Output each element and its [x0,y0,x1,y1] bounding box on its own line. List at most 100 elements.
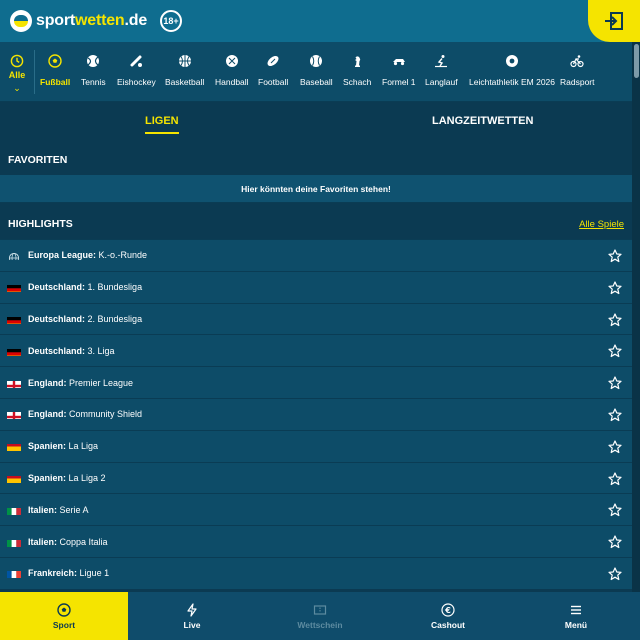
sport-nav-item-langlauf[interactable]: Langlauf [425,42,458,102]
login-button[interactable] [588,0,640,42]
favorite-star-icon[interactable] [608,535,622,549]
site-logo[interactable]: sportwetten.de [10,10,147,32]
sport-nav-all[interactable]: Alle ⌄ [0,42,34,102]
sport-nav-item-label: Handball [215,77,249,87]
league-name: Deutschland: 3. Liga [28,345,115,356]
bottom-nav-cashout-label: Cashout [431,619,465,630]
league-row[interactable]: Italien: Coppa Italia [0,525,632,557]
sport-nav-item-fussball[interactable]: Fußball [40,42,70,102]
sport-nav-item-label: Basketball [165,77,205,87]
sport-nav-item-label: Fußball [40,77,71,87]
sport-nav-item-basketball[interactable]: Basketball [165,42,204,102]
bottom-nav-live[interactable]: Live [128,592,256,640]
basketball-icon [178,54,192,68]
logo-text: sportwetten.de [36,12,148,29]
league-row[interactable]: Frankreich: Ligue 1 [0,556,632,589]
favorite-star-icon[interactable] [608,567,622,581]
league-name: Europa League: K.-o.-Runde [28,250,148,261]
sport-nav-item-leichtathletik[interactable]: Leichtathletik EM 2026 [469,42,555,102]
league-name: Spanien: La Liga 2 [28,472,106,483]
chess-icon [350,54,364,68]
bottom-nav-wettschein-label: Wettschein [297,619,343,630]
tennis-ball-icon [86,54,100,68]
scrollbar-thumb[interactable] [634,44,639,78]
sport-nav-item-handball[interactable]: Handball [215,42,249,102]
league-name: Italien: Serie A [28,504,89,515]
sport-nav-item-label: Langlauf [425,77,458,87]
highlights-header: HIGHLIGHTS Alle Spiele [0,208,632,240]
league-row[interactable]: England: Premier League [0,366,632,398]
sport-nav-item-label: Schach [343,77,372,87]
all-games-link[interactable]: Alle Spiele [579,219,624,230]
cycling-icon [570,54,584,68]
favorite-star-icon[interactable] [608,503,622,517]
flag-italy-icon [7,505,21,515]
sport-nav-item-label: Baseball [300,77,333,87]
flag-spain-icon [7,441,21,452]
league-tabs: LIGEN LANGZEITWETTEN [0,102,632,144]
sport-nav-item-label: Tennis [81,77,106,87]
favorite-star-icon[interactable] [608,408,622,422]
league-row[interactable]: Europa League: K.-o.-Runde [0,239,632,271]
league-name: England: Community Shield [28,409,143,420]
scrollbar-track[interactable] [632,42,640,592]
league-row[interactable]: England: Community Shield [0,397,632,430]
favorite-star-icon[interactable] [608,249,622,263]
soccer-ball-icon [57,602,71,617]
sport-nav-item-label: Formel 1 [382,77,416,87]
tab-ligen[interactable]: LIGEN [145,115,179,134]
bottom-nav-menu[interactable]: Menü [512,592,640,640]
favorite-star-icon[interactable] [608,376,622,390]
favorite-star-icon[interactable] [608,281,622,295]
bottom-nav-sport-label: Sport [52,619,76,630]
league-row[interactable]: Deutschland: 2. Bundesliga [0,302,632,335]
sport-nav-all-label: Alle [8,70,26,80]
flag-england-icon [7,409,21,420]
sport-navigation: Alle ⌄ Fußball Tennis Eishockey Basketba… [0,42,632,102]
sport-nav-item-label: Leichtathletik EM 2026 [469,77,555,87]
favorite-star-icon[interactable] [608,344,622,358]
flag-germany-icon [7,346,21,356]
league-row[interactable]: Spanien: La Liga [0,429,632,462]
nav-divider [34,50,35,94]
league-name: England: Premier League [28,377,134,388]
sport-nav-item-formel-1[interactable]: Formel 1 [382,42,416,102]
handball-icon [225,54,239,68]
tab-langzeitwetten[interactable]: LANGZEITWETTEN [432,115,533,127]
league-row[interactable]: Deutschland: 3. Liga [0,334,632,367]
league-row[interactable]: Deutschland: 1. Bundesliga [0,270,632,303]
sport-nav-item-baseball[interactable]: Baseball [300,42,333,102]
athletics-icon [505,54,519,68]
age-18-badge: 18+ [160,10,182,32]
svg-text:€: € [444,606,451,615]
bottom-nav-sport[interactable]: Sport [0,592,128,640]
sport-nav-item-eishockey[interactable]: Eishockey [117,42,156,102]
bottom-nav-wettschein[interactable]: Wettschein [256,592,384,640]
favorite-star-icon[interactable] [608,471,622,486]
favorite-star-icon[interactable] [608,440,622,454]
bottom-nav-live-label: Live [183,619,201,630]
sport-nav-item-schach[interactable]: Schach [343,42,371,102]
ticket-icon [313,604,327,615]
highlights-title: HIGHLIGHTS [8,218,73,230]
league-name: Frankreich: Ligue 1 [28,568,110,579]
favorites-empty-message: Hier könnten deine Favoriten stehen! [0,175,632,203]
hockey-icon [129,54,143,68]
race-car-icon [392,54,406,68]
league-name: Spanien: La Liga [28,441,99,452]
flag-england-icon [7,378,21,388]
league-row[interactable]: Spanien: La Liga 2 [0,461,632,494]
flag-germany-icon [7,314,21,324]
flag-spain-icon [7,473,21,483]
top-header: sportwetten.de 18+ [0,0,640,42]
bottom-nav-menu-label: Menü [564,619,588,630]
soccer-ball-icon [48,54,62,68]
favorite-star-icon[interactable] [608,312,622,327]
sport-nav-item-radsport[interactable]: Radsport [560,42,595,102]
favorites-header: FAVORITEN [0,144,632,176]
sport-nav-item-tennis[interactable]: Tennis [81,42,106,102]
sport-nav-item-football[interactable]: Football [258,42,288,102]
bottom-nav-cashout[interactable]: € Cashout [384,592,512,640]
globe-icon [7,250,21,261]
league-row[interactable]: Italien: Serie A [0,493,632,526]
